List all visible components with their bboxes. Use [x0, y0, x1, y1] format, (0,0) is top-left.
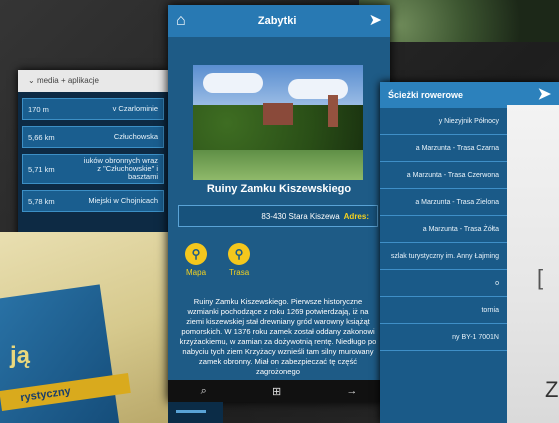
- place-name: iuków obronnych wraz z "Człuchowskie" i …: [83, 155, 158, 182]
- photo-tower: [328, 95, 338, 127]
- address-value: 83-430 Stara Kiszewa: [261, 211, 340, 221]
- place-description: Ruiny Zamku Kiszewskiego. Pierwsze histo…: [179, 297, 377, 376]
- photo-castle: [263, 103, 293, 125]
- chevron-down-icon[interactable]: ⌄: [28, 76, 35, 85]
- left-phone-menu-bar[interactable]: ⌄ media + aplikacje: [18, 70, 168, 92]
- address-box: 83-430 Stara Kiszewa Adres:: [178, 205, 378, 227]
- distance: 5,66 km: [28, 132, 55, 142]
- app-header: ⌂ Zabytki ➤: [168, 5, 390, 37]
- left-phone-bar-text: media + aplikacje: [36, 76, 99, 85]
- map-label[interactable]: Mapa: [186, 268, 206, 277]
- place-name: Człuchowska: [113, 131, 158, 141]
- map-pin-icon[interactable]: ⚲: [185, 243, 207, 265]
- list-item[interactable]: 5,66 km Człuchowska: [22, 126, 164, 148]
- place-name: Miejski w Chojnicach: [88, 195, 158, 205]
- list-item[interactable]: 170 m v Czarlominie: [22, 98, 164, 120]
- left-phone-screen: ⌄ media + aplikacje 170 m v Czarlominie …: [18, 70, 168, 240]
- forward-arrow-icon[interactable]: ➤: [538, 87, 551, 103]
- forward-arrow-icon[interactable]: ➤: [369, 13, 382, 29]
- place-name: v Czarlominie: [112, 103, 158, 113]
- back-arrow-icon[interactable]: →: [346, 385, 357, 397]
- map-letter: Z: [545, 377, 559, 402]
- castle-photo: [193, 65, 363, 180]
- header-title: Ścieżki rowerowe: [388, 90, 464, 100]
- photo-grass: [193, 150, 363, 180]
- windows-icon[interactable]: ⊞: [272, 385, 281, 398]
- route-label[interactable]: Trasa: [229, 268, 249, 277]
- search-icon[interactable]: ⌕: [201, 385, 207, 398]
- list-item[interactable]: 5,71 km iuków obronnych wraz z "Człuchow…: [22, 154, 164, 184]
- route-pin-icon[interactable]: ⚲: [228, 243, 250, 265]
- phone-bottom-strip: [168, 402, 223, 423]
- distance: 5,71 km: [28, 164, 55, 174]
- strip-bar: [176, 410, 206, 413]
- guidebook-title: ją: [10, 342, 31, 369]
- place-title: Ruiny Zamku Kiszewskiego: [206, 183, 352, 195]
- map-bracket: [: [537, 265, 544, 290]
- list-item[interactable]: 5,78 km Miejski w Chojnicach: [22, 190, 164, 212]
- system-nav-bar: ⌕ ⊞ →: [168, 380, 390, 402]
- address-label: Adres:: [343, 211, 369, 221]
- home-icon[interactable]: ⌂: [176, 13, 186, 29]
- guidebook-photo: ją rystyczny: [0, 232, 168, 423]
- header-title: Zabytki: [257, 15, 297, 27]
- distance: 170 m: [28, 104, 49, 114]
- center-phone-screen: ⌂ Zabytki ➤ Ruiny Zamku Kiszewskiego 83-…: [168, 5, 390, 402]
- map-photo: [ Z: [507, 105, 559, 423]
- photo-cloud: [203, 73, 263, 93]
- photo-cloud: [288, 79, 348, 99]
- distance: 5,78 km: [28, 196, 55, 206]
